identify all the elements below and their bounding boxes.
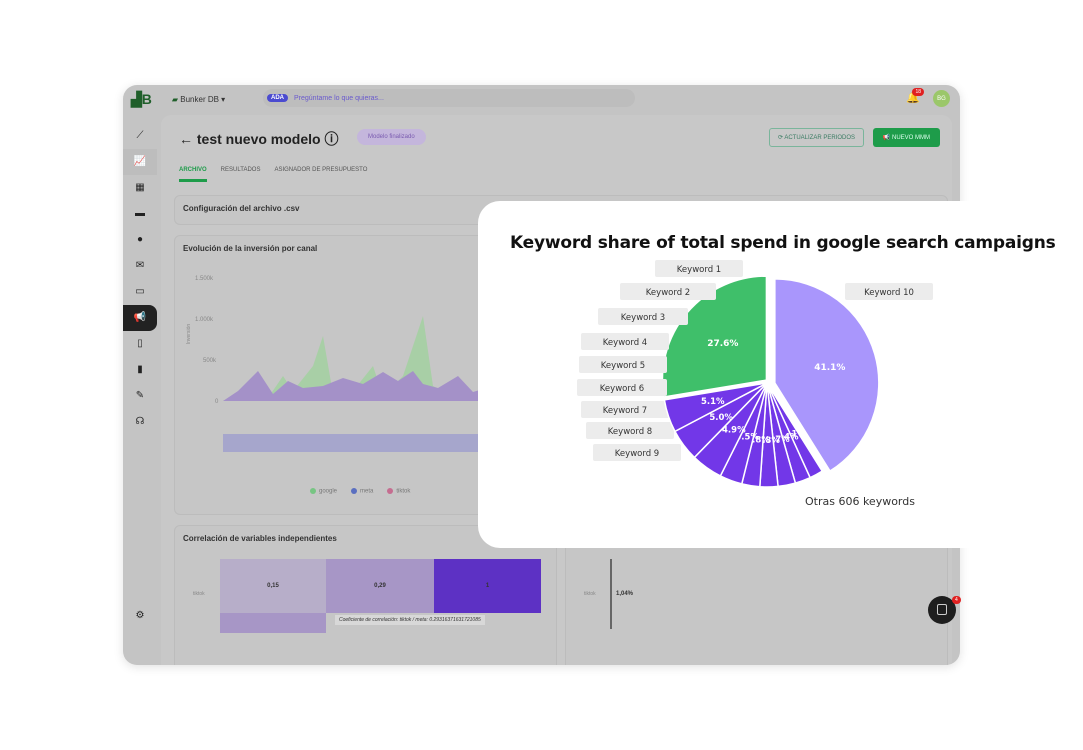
- slice-label: Keyword 8: [608, 427, 652, 437]
- tab-asignador[interactable]: ASIGNADOR DE PRESUPUESTO: [274, 167, 367, 182]
- update-periods-label: ACTUALIZAR PERIODOS: [784, 135, 855, 141]
- app-logo: ▟B: [131, 90, 152, 107]
- legend-google[interactable]: google: [310, 488, 337, 495]
- grid-icon[interactable]: ▦: [123, 175, 157, 201]
- wand-icon[interactable]: ⟋: [123, 123, 157, 149]
- pie-value-label: 5.0%: [709, 413, 733, 423]
- y-tick: 1.000k: [195, 317, 214, 323]
- meta-area: [223, 371, 493, 401]
- sidebar: ⟋ 📈 ▦ ▬ ● ✉ ▭ 📢 ▯ ▮ ✎ ☊ ⚙: [123, 123, 157, 665]
- range-slider[interactable]: [223, 434, 493, 452]
- tabs: ARCHIVO RESULTADOS ASIGNADOR DE PRESUPUE…: [179, 167, 367, 182]
- page-title: ← test nuevo modelo ⓘ: [179, 131, 339, 147]
- update-periods-button[interactable]: ⟳ ACTUALIZAR PERIODOS: [768, 128, 864, 147]
- slice-label: Keyword 5: [601, 361, 645, 371]
- evolution-panel-title: Evolución de la inversión por canal: [183, 244, 318, 253]
- slice-label: Keyword 2: [646, 288, 690, 298]
- ada-badge: ADA: [267, 94, 288, 102]
- correlation-panel-title: Correlación de variables independientes: [183, 534, 337, 543]
- pie-value-label: 4.9%: [722, 426, 746, 436]
- users-icon[interactable]: ●: [123, 227, 157, 253]
- page-title-text: test nuevo modelo: [196, 131, 321, 147]
- top-bar: ▟B ▰ Bunker DB ▾ ADA Pregúntame lo que qu…: [123, 85, 960, 113]
- new-mmm-label: NUEVO MMM: [892, 135, 930, 141]
- config-panel-title: Configuración del archivo .csv: [183, 204, 300, 213]
- slice-label: Keyword 7: [603, 406, 647, 416]
- notification-badge: 18: [912, 88, 924, 96]
- workspace-selector[interactable]: ▰ Bunker DB ▾: [172, 95, 225, 104]
- legend-meta[interactable]: meta: [351, 488, 373, 495]
- corr-cell[interactable]: 1: [434, 559, 541, 613]
- axis-line: [610, 559, 612, 629]
- tool-icon[interactable]: ✎: [123, 383, 157, 409]
- slice-label: Keyword 4: [603, 338, 647, 348]
- bar-value: 1,04%: [616, 591, 634, 597]
- chat-icon: [937, 604, 947, 615]
- corr-cell[interactable]: [220, 613, 326, 633]
- row-label: tiktok: [584, 591, 596, 597]
- slice-label: Keyword 9: [615, 449, 659, 459]
- y-axis-label: Inversión: [186, 323, 193, 345]
- corr-cell[interactable]: 0,29: [326, 559, 434, 613]
- status-pill: Modelo finalizado: [357, 129, 426, 145]
- evolution-panel: Evolución de la inversión por canal 1.50…: [174, 235, 494, 515]
- corr-row-label: tiktok: [193, 591, 205, 597]
- workspace-name: Bunker DB: [180, 94, 219, 104]
- folder-icon[interactable]: ▬: [123, 201, 157, 227]
- chat-badge: 4: [952, 596, 961, 604]
- file-icon[interactable]: ▯: [123, 331, 157, 357]
- y-tick: 0: [215, 399, 219, 405]
- area-chart: [223, 316, 493, 452]
- chart-icon[interactable]: 📈: [123, 149, 157, 175]
- pie-chart-card: Keyword share of total spend in google s…: [478, 201, 1056, 548]
- y-tick: 500k: [203, 358, 217, 364]
- avatar[interactable]: BG: [933, 90, 950, 107]
- pie-value-label: 5.1%: [701, 397, 725, 407]
- slice-label: Keyword 10: [864, 288, 914, 298]
- megaphone-icon[interactable]: 📢: [123, 305, 157, 331]
- slice-label: Keyword 6: [600, 384, 644, 394]
- legend: google meta tiktok: [310, 488, 410, 495]
- y-tick: 1.500k: [195, 276, 214, 282]
- tab-resultados[interactable]: RESULTADOS: [221, 167, 261, 182]
- mail-icon[interactable]: ✉: [123, 253, 157, 279]
- new-mmm-button[interactable]: 📢 NUEVO MMM: [872, 128, 940, 147]
- slice-label: Otras 606 keywords: [805, 495, 915, 508]
- headset-icon[interactable]: ☊: [123, 409, 157, 435]
- settings-icon[interactable]: ⚙: [123, 603, 157, 629]
- corr-cell[interactable]: 0,15: [220, 559, 326, 613]
- slice-label: Keyword 1: [677, 265, 721, 275]
- pie-value-label: 41.1%: [814, 363, 845, 373]
- slice-label: Keyword 3: [621, 313, 665, 323]
- pie-chart: 27.6%Keyword 1041.1%Otras 606 keywords2.…: [577, 260, 933, 508]
- corr-tooltip: Coeficiente de correlación: tiktok / met…: [335, 615, 485, 625]
- pie-value-label: 27.6%: [707, 339, 738, 349]
- document-icon[interactable]: ▮: [123, 357, 157, 383]
- workspace-icon: ▰: [171, 94, 181, 104]
- ask-input[interactable]: ADA Pregúntame lo que quieras...: [263, 89, 635, 107]
- legend-tiktok[interactable]: tiktok: [387, 488, 410, 495]
- card-icon[interactable]: ▭: [123, 279, 157, 305]
- tab-archivo[interactable]: ARCHIVO: [179, 167, 207, 182]
- ask-placeholder: Pregúntame lo que quieras...: [294, 94, 384, 102]
